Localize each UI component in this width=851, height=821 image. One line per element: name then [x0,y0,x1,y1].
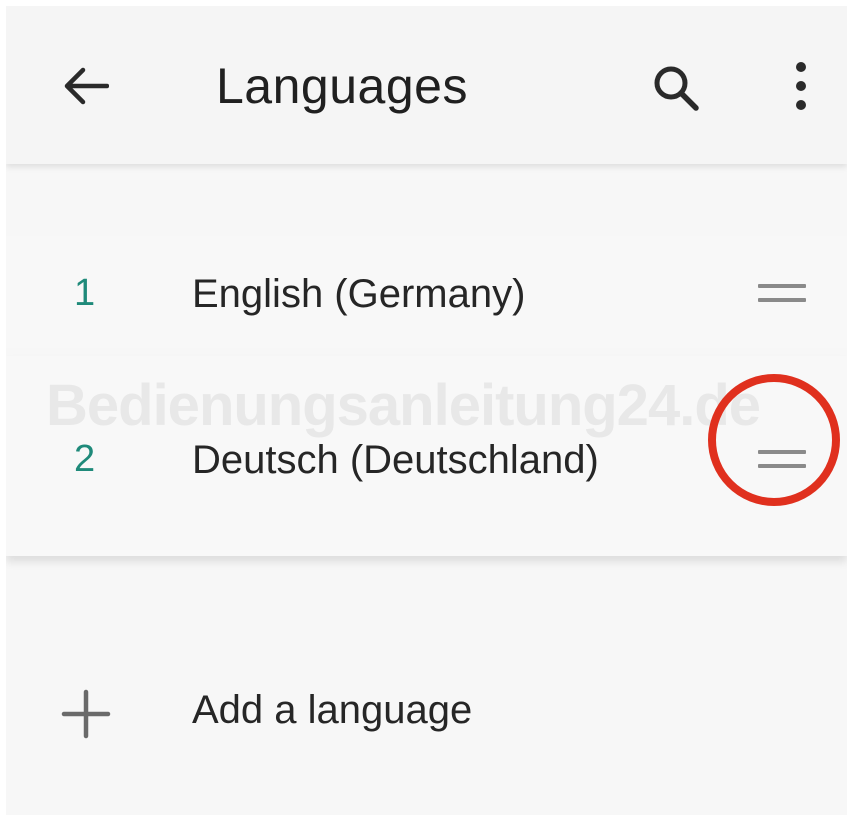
language-name: English (Germany) [192,272,526,316]
language-name: Deutsch (Deutschland) [192,438,599,482]
drag-handle-bar [758,298,806,302]
more-vert-icon [796,62,806,110]
page-title: Languages [216,58,468,114]
search-icon [654,66,699,111]
search-button[interactable] [646,58,706,118]
arrow-left-icon [64,67,109,105]
add-language-item[interactable]: Add a language [6,656,847,766]
drag-handle-bar [758,284,806,288]
highlight-circle [708,374,840,506]
more-options-button[interactable] [776,54,826,118]
drag-handle-icon[interactable] [758,284,806,306]
language-number: 1 [74,272,96,314]
add-language-label: Add a language [192,688,473,732]
watermark: Bedienungsanleitung24.de [46,373,761,438]
screen: Languages 1 English (Germany) 2 Deutsch … [6,6,847,815]
list-item[interactable]: 1 English (Germany) [6,236,847,348]
language-number: 2 [74,438,96,480]
plus-icon [61,689,111,739]
back-button[interactable] [58,58,114,114]
app-bar: Languages [6,6,847,164]
